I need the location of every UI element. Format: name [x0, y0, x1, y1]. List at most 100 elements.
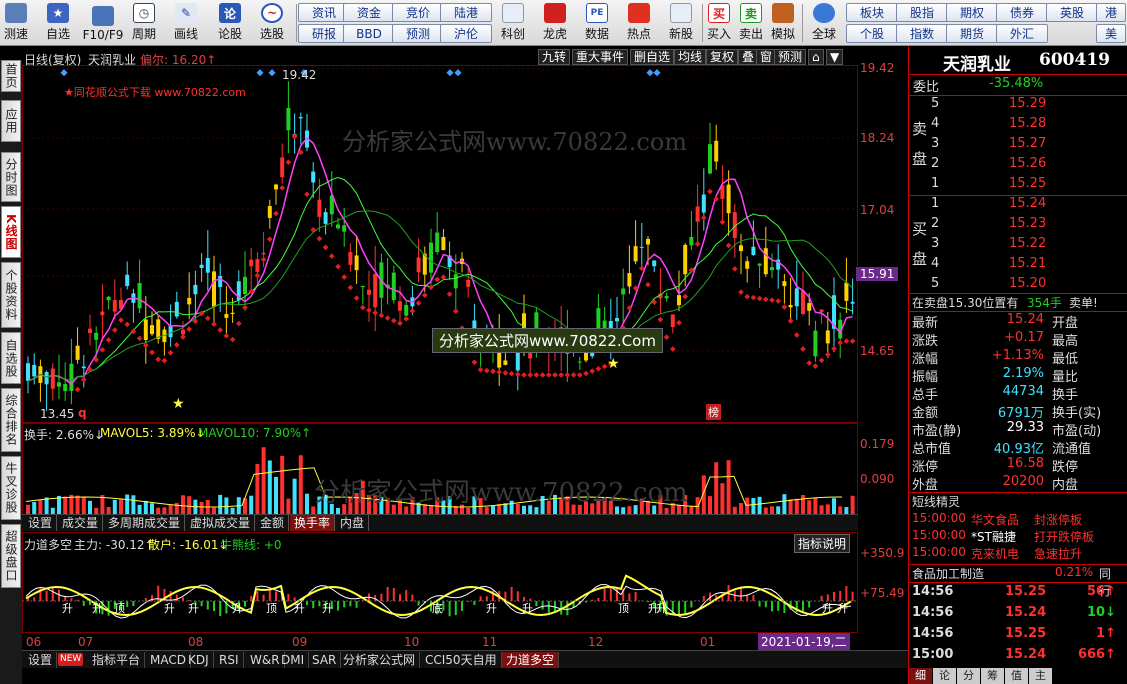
right-btn-forex[interactable]: 外汇 — [996, 24, 1048, 43]
volume-tab[interactable]: 内盘 — [336, 515, 370, 531]
right-btn-hk[interactable]: 港 — [1096, 3, 1126, 22]
kechuang-button[interactable]: 科创 — [494, 2, 532, 44]
quote-tab[interactable]: 筹 — [981, 668, 1004, 684]
right-btn-us[interactable]: 美 — [1096, 24, 1126, 43]
volume-tab[interactable]: 设置 — [24, 515, 58, 531]
price-tick: 14.65 — [860, 344, 895, 358]
right-btn-index[interactable]: 指数 — [896, 24, 948, 43]
quote-tab[interactable]: 论 — [933, 668, 956, 684]
right-btn-uk-stocks[interactable]: 英股 — [1046, 3, 1098, 22]
draw-line-button[interactable]: ✎ 画线 — [168, 2, 204, 44]
volume-bar — [125, 494, 130, 514]
indicator-tab[interactable]: SAR — [308, 652, 342, 668]
grid-btn-hk[interactable]: 陆港 — [440, 3, 492, 22]
volume-tab[interactable]: 换手率 — [290, 515, 336, 531]
news-item[interactable]: 15:00:00 克来机电 急速拉升 — [909, 545, 1120, 564]
buy-level-row[interactable]: 4 15.21 — [909, 256, 1120, 275]
buy-level-row[interactable]: 1 15.24 — [909, 196, 1120, 215]
select-stock-button[interactable]: ~ 选股 — [254, 2, 290, 44]
candle-body — [125, 274, 130, 287]
grid-btn-auction[interactable]: 竞价 — [392, 3, 444, 22]
volume-tab[interactable]: 金额 — [256, 515, 290, 531]
indicator-tab[interactable]: 指标平台 — [88, 652, 146, 668]
quote-tab[interactable]: 细 — [909, 668, 932, 684]
tab-moving-average[interactable]: 均线 — [674, 49, 707, 65]
tick-price: 15.25 — [1005, 626, 1047, 641]
indicator-tab[interactable]: 分析家公式网 — [339, 652, 421, 668]
tab-apps[interactable]: 应用 — [1, 100, 21, 142]
sell-level-row[interactable]: 2 15.26 — [909, 156, 1120, 175]
volume-tab[interactable]: 成交量 — [58, 515, 104, 531]
sell-button[interactable]: 卖 卖出 — [736, 2, 766, 44]
news-stock: 克来机电 — [971, 547, 1020, 561]
period-button[interactable]: ◷ 周期 — [126, 2, 162, 44]
tab-jiuzhuan[interactable]: 九转 — [538, 49, 571, 65]
dropdown-icon[interactable]: ▼ — [826, 49, 844, 65]
dragon-tiger-button[interactable]: 龙虎 — [536, 2, 574, 44]
indicator-tab[interactable]: 力道多空 — [502, 652, 560, 668]
candle-body — [441, 237, 446, 251]
tab-overlay[interactable]: 叠 — [738, 49, 759, 65]
indicator-signal-mark: 顶 — [114, 602, 125, 615]
tab-intraday[interactable]: 分时图 — [1, 152, 21, 202]
quote-tab[interactable]: 值 — [1005, 668, 1028, 684]
buy-button[interactable]: 买 买入 — [704, 2, 734, 44]
candle-body — [850, 301, 855, 304]
support-dot — [409, 308, 416, 314]
tab-super-orderbook[interactable]: 超级盘口 — [1, 524, 21, 588]
tab-watchlist[interactable]: 自选股 — [1, 332, 21, 384]
new-stock-button[interactable]: 新股 — [662, 2, 700, 44]
discuss-button[interactable]: 论 论股 — [212, 2, 248, 44]
tab-ranking[interactable]: 综合排名 — [1, 388, 21, 452]
hotspot-button[interactable]: 热点 — [620, 2, 658, 44]
right-btn-bonds[interactable]: 债券 — [996, 3, 1048, 22]
grid-btn-bbd[interactable]: BBD — [343, 24, 395, 43]
indicator-explain-button[interactable]: 指标说明 — [794, 534, 851, 553]
buy-level-row[interactable]: 2 15.23 — [909, 216, 1120, 235]
right-btn-options[interactable]: 期权 — [946, 3, 998, 22]
indicator-tab[interactable]: CCI50天自用 — [421, 652, 502, 668]
tab-kline[interactable]: K线图 — [1, 206, 21, 258]
indicator-tab[interactable]: KDJ — [184, 652, 214, 668]
f10-button[interactable]: F10/F9 — [80, 2, 126, 44]
indicator-tab[interactable]: DMI — [277, 652, 310, 668]
buy-level-row[interactable]: 3 15.22 — [909, 236, 1120, 255]
volume-tab[interactable]: 多周期成交量 — [104, 515, 186, 531]
sell-level-index: 1 — [931, 176, 940, 191]
tab-diagnosis[interactable]: 牛叉诊股 — [1, 456, 21, 520]
candle-body — [112, 300, 117, 312]
tab-forecast[interactable]: 预测 — [774, 49, 807, 65]
tab-stock-profile[interactable]: 个股资料 — [1, 262, 21, 328]
stat-label-2: 量比 — [1052, 370, 1079, 385]
kline-chart-area[interactable]: ★ ★ 升升顶升升升顶升升底升升顶升升升升 日线(复权) 天润乳业 偏尔: 16.2… — [22, 46, 904, 650]
grid-btn-funds[interactable]: 资金 — [343, 3, 395, 22]
sell-level-row[interactable]: 4 15.28 — [909, 116, 1120, 135]
tab-adjust[interactable]: 复权 — [706, 49, 739, 65]
simulate-button[interactable]: 模拟 — [768, 2, 798, 44]
quote-tab[interactable]: 分 — [957, 668, 980, 684]
sell-level-row[interactable]: 3 15.27 — [909, 136, 1120, 155]
tick-time: 14:56 — [912, 584, 954, 599]
right-btn-stock[interactable]: 个股 — [846, 24, 898, 43]
grid-btn-shanghai-london[interactable]: 沪伦 — [440, 24, 492, 43]
right-btn-futures[interactable]: 期货 — [946, 24, 998, 43]
watchlist-button[interactable]: ★ 自选 — [40, 2, 76, 44]
right-btn-sector[interactable]: 板块 — [846, 3, 898, 22]
speed-test-button[interactable]: 测速 — [2, 2, 30, 44]
tab-remove-watchlist[interactable]: 删自选 — [630, 49, 675, 65]
volume-tab[interactable]: 虚拟成交量 — [186, 515, 256, 531]
sell-level-row[interactable]: 5 15.29 — [909, 96, 1120, 115]
indicator-tab[interactable]: RSI — [215, 652, 244, 668]
indicator-tab[interactable]: 设置 — [24, 652, 58, 668]
sell-level-row[interactable]: 1 15.25 — [909, 176, 1120, 195]
grid-btn-forecast[interactable]: 预测 — [392, 24, 444, 43]
tab-major-events[interactable]: 重大事件 — [572, 49, 629, 65]
tab-window[interactable]: 窗 — [756, 49, 777, 65]
news-event: 封涨停板 — [1034, 513, 1083, 527]
lock-icon[interactable]: ⌂ — [808, 49, 824, 65]
tab-home[interactable]: 首页 — [1, 60, 21, 92]
global-button[interactable]: 全球 — [806, 2, 842, 44]
data-button[interactable]: PE 数据 — [578, 2, 616, 44]
quote-tab[interactable]: 主 — [1029, 668, 1052, 684]
right-btn-index-futures[interactable]: 股指 — [896, 3, 948, 22]
